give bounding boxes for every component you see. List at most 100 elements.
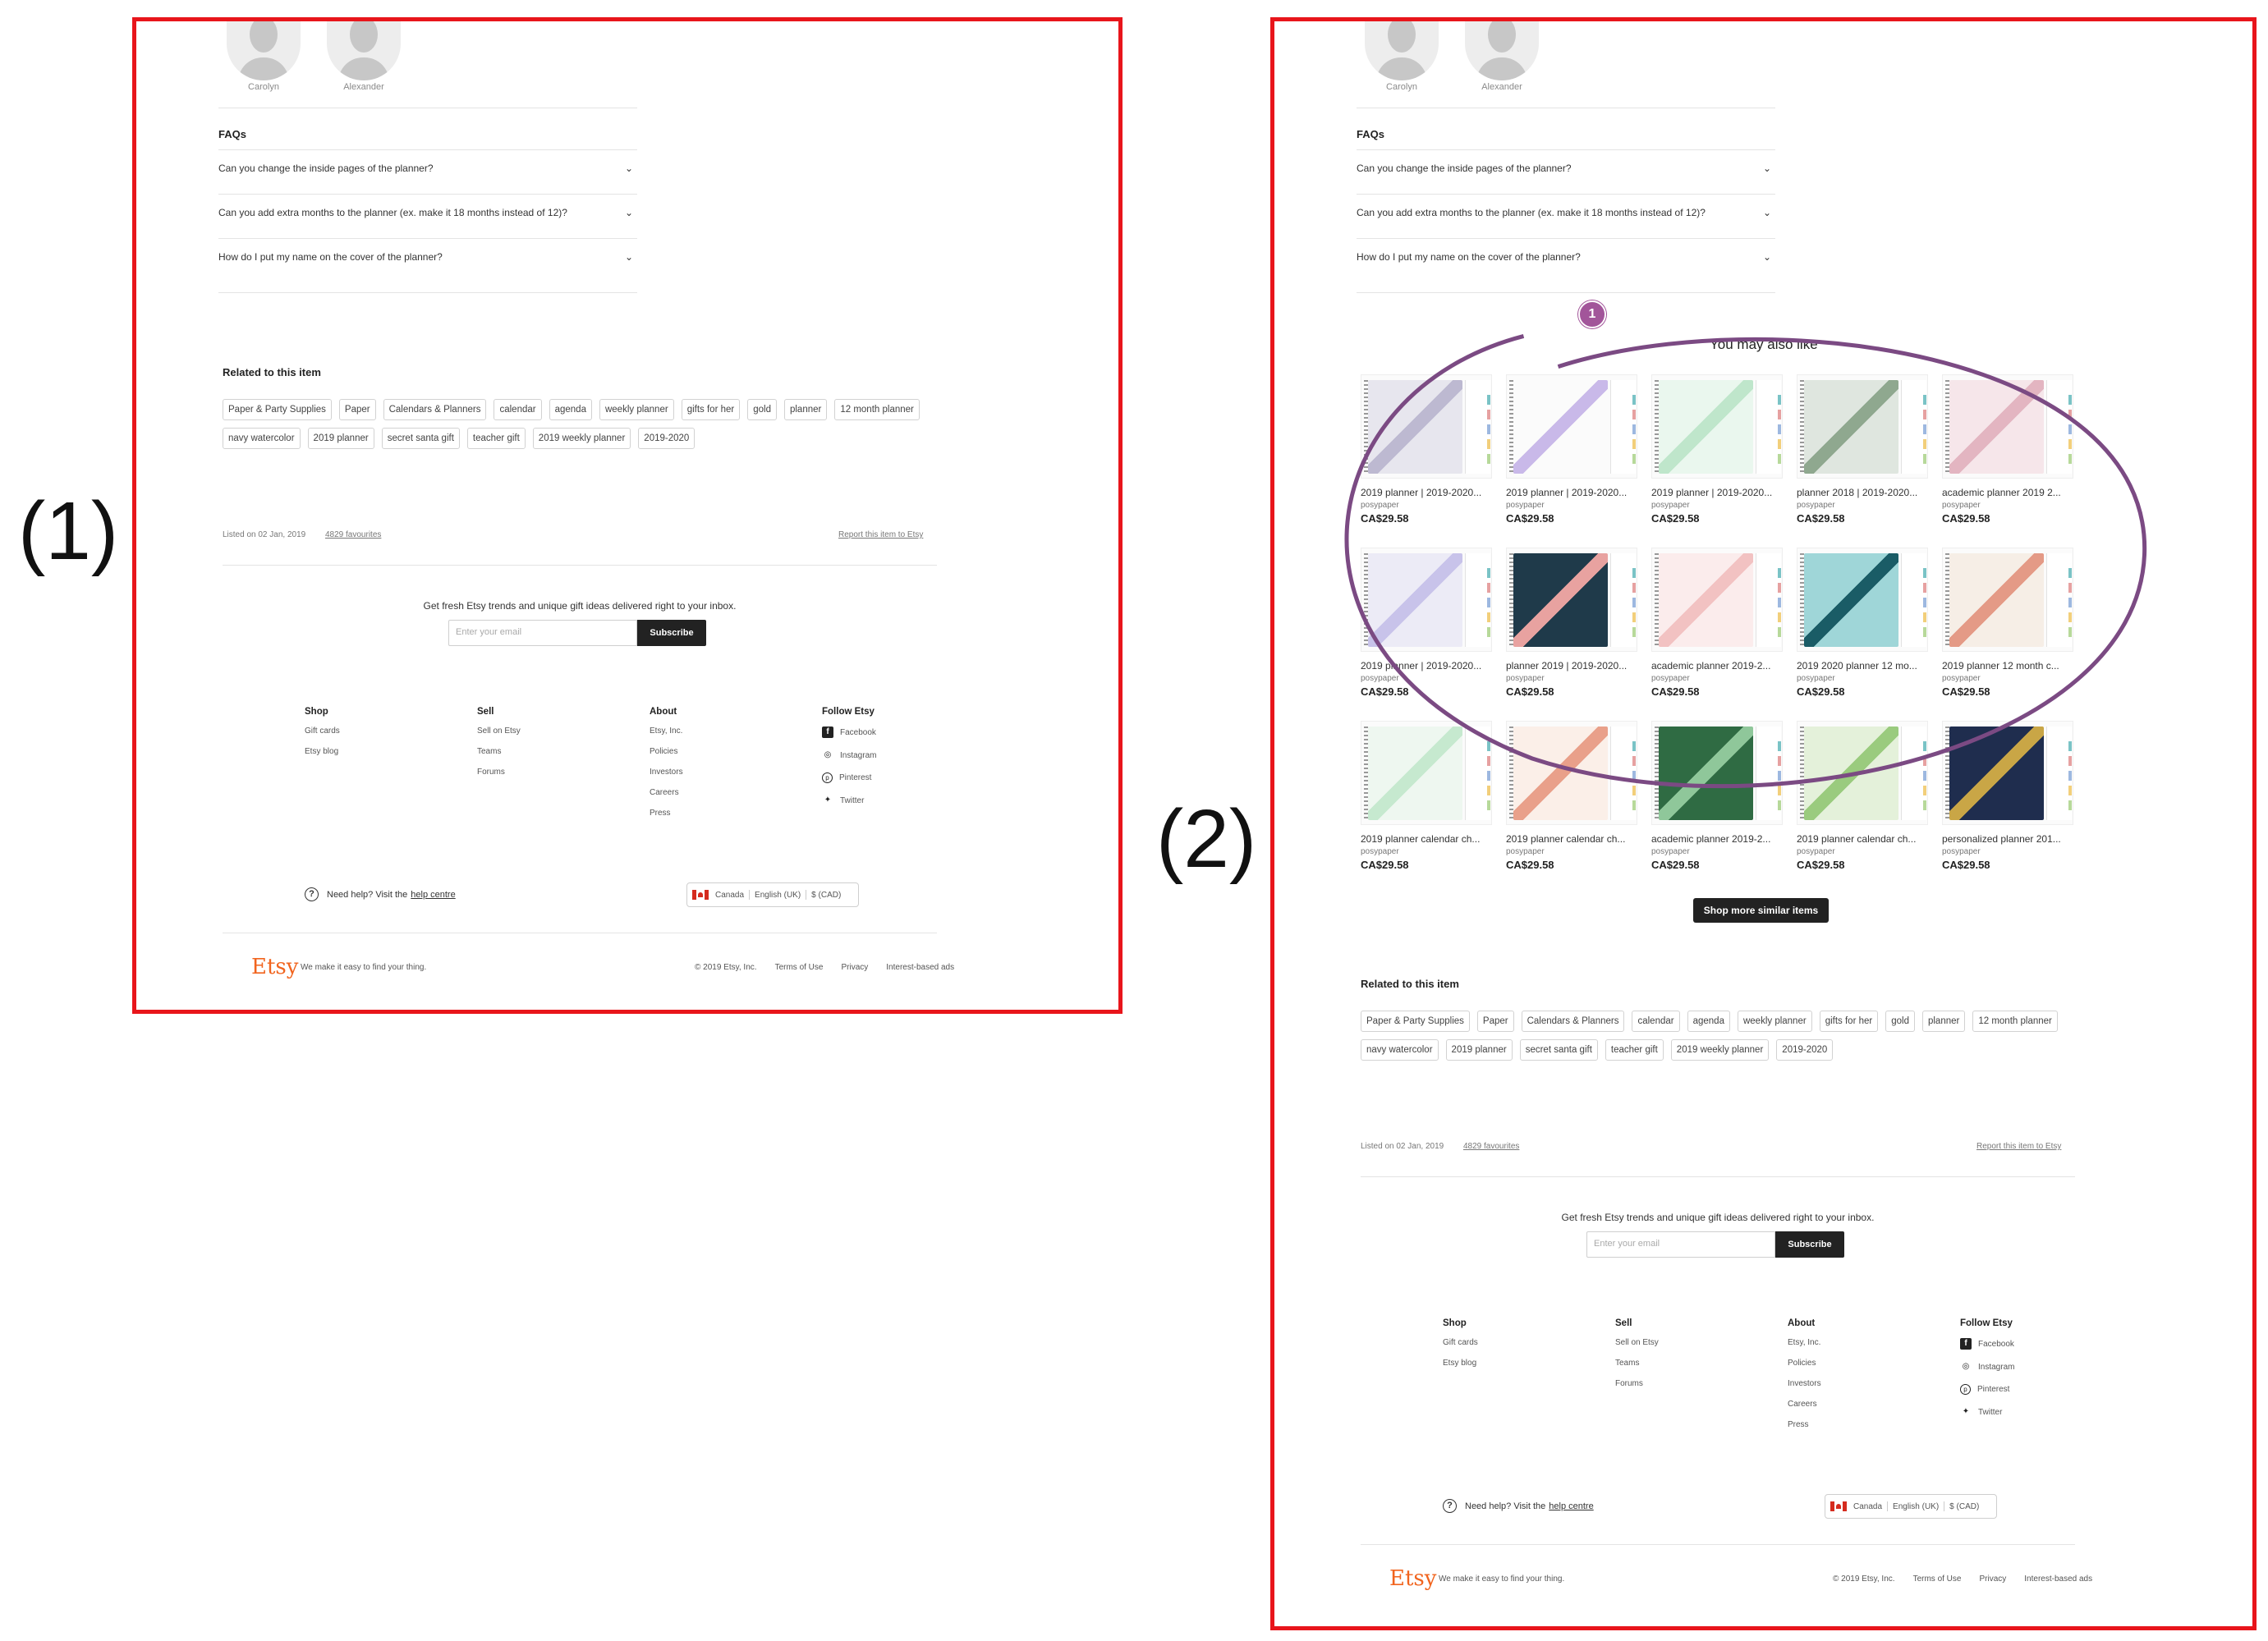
product-shop[interactable]: posypaper: [1361, 847, 1492, 856]
faq-question[interactable]: Can you change the inside pages of the p…: [1357, 163, 1572, 174]
social-label[interactable]: Pinterest: [1977, 1385, 2009, 1394]
related-tag[interactable]: 12 month planner: [834, 399, 920, 420]
footer-link[interactable]: Investors: [1788, 1379, 1821, 1388]
product-title[interactable]: 2019 planner calendar ch...: [1361, 833, 1492, 845]
chevron-down-icon[interactable]: ⌄: [625, 251, 633, 263]
social-label[interactable]: Instagram: [840, 751, 876, 760]
privacy-link[interactable]: Privacy: [1979, 1575, 2006, 1584]
social-label[interactable]: Facebook: [1978, 1340, 2014, 1349]
pinterest-icon[interactable]: p: [822, 772, 833, 783]
favourites-link[interactable]: 4829 favourites: [1463, 1142, 1519, 1151]
email-input[interactable]: Enter your email: [1586, 1231, 1775, 1258]
report-link[interactable]: Report this item to Etsy: [1976, 1142, 2061, 1151]
email-input[interactable]: Enter your email: [448, 620, 637, 646]
related-tag[interactable]: gifts for her: [681, 399, 741, 420]
footer-link[interactable]: Etsy, Inc.: [650, 727, 683, 736]
related-tag[interactable]: Paper & Party Supplies: [223, 399, 332, 420]
related-tag[interactable]: Paper: [338, 399, 376, 420]
ads-link[interactable]: Interest-based ads: [886, 963, 954, 972]
footer-link[interactable]: Sell on Etsy: [1615, 1338, 1659, 1347]
chevron-down-icon[interactable]: ⌄: [1763, 207, 1771, 218]
related-tag[interactable]: planner: [783, 399, 828, 420]
related-tag[interactable]: 2019 planner: [1445, 1039, 1513, 1061]
social-label[interactable]: Pinterest: [839, 773, 871, 782]
footer-link[interactable]: Careers: [650, 788, 683, 797]
footer-link[interactable]: Press: [1788, 1420, 1821, 1429]
related-tag[interactable]: gifts for her: [1819, 1011, 1879, 1032]
product-title[interactable]: 2019 planner calendar ch...: [1797, 833, 1928, 845]
related-tag[interactable]: 2019 planner: [307, 428, 374, 449]
chevron-down-icon[interactable]: ⌄: [1763, 163, 1771, 174]
instagram-icon[interactable]: ◎: [1960, 1361, 1972, 1373]
instagram-icon[interactable]: ◎: [822, 749, 833, 761]
related-tag[interactable]: calendar: [1632, 1011, 1680, 1032]
related-tag[interactable]: Calendars & Planners: [1521, 1011, 1625, 1032]
related-tag[interactable]: teacher gift: [466, 428, 526, 449]
product-title[interactable]: academic planner 2019-2...: [1651, 833, 1783, 845]
footer-link[interactable]: Investors: [650, 768, 683, 777]
related-tag[interactable]: weekly planner: [599, 399, 674, 420]
faq-question[interactable]: Can you add extra months to the planner …: [1357, 207, 1706, 218]
faq-question[interactable]: Can you change the inside pages of the p…: [218, 163, 434, 174]
related-tag[interactable]: gold: [1885, 1011, 1915, 1032]
related-tag[interactable]: secret santa gift: [1519, 1039, 1598, 1061]
privacy-link[interactable]: Privacy: [841, 963, 868, 972]
chevron-down-icon[interactable]: ⌄: [625, 163, 633, 174]
footer-link[interactable]: Careers: [1788, 1400, 1821, 1409]
ads-link[interactable]: Interest-based ads: [2024, 1575, 2092, 1584]
social-link[interactable]: ✦ Twitter: [1960, 1406, 2014, 1418]
region-selector[interactable]: Canada English (UK) $ (CAD): [686, 882, 859, 907]
footer-link[interactable]: Press: [650, 809, 683, 818]
social-label[interactable]: Twitter: [840, 796, 864, 805]
related-tag[interactable]: calendar: [494, 399, 542, 420]
related-tag[interactable]: 2019-2020: [1776, 1039, 1834, 1061]
social-link[interactable]: ◎ Instagram: [822, 749, 877, 761]
social-link[interactable]: f Facebook: [822, 727, 876, 738]
footer-link[interactable]: Etsy blog: [1443, 1359, 1478, 1368]
related-tag[interactable]: weekly planner: [1737, 1011, 1812, 1032]
help-centre-link[interactable]: help centre: [1549, 1501, 1593, 1511]
twitter-icon[interactable]: ✦: [1960, 1406, 1972, 1418]
social-label[interactable]: Facebook: [840, 728, 876, 737]
product-title[interactable]: personalized planner 201...: [1942, 833, 2073, 845]
footer-link[interactable]: Forums: [477, 768, 521, 777]
report-link[interactable]: Report this item to Etsy: [838, 530, 923, 539]
footer-link[interactable]: Gift cards: [305, 727, 340, 736]
related-tag[interactable]: 2019-2020: [638, 428, 696, 449]
related-tag[interactable]: 2019 weekly planner: [532, 428, 631, 449]
product-shop[interactable]: posypaper: [1797, 847, 1928, 856]
pinterest-icon[interactable]: p: [1960, 1384, 1971, 1395]
footer-link[interactable]: Teams: [1615, 1359, 1659, 1368]
etsy-logo[interactable]: Etsy: [251, 955, 298, 979]
terms-link[interactable]: Terms of Use: [1913, 1575, 1962, 1584]
related-tag[interactable]: 12 month planner: [1972, 1011, 2058, 1032]
product-shop[interactable]: posypaper: [1651, 847, 1783, 856]
facebook-icon[interactable]: f: [1960, 1338, 1972, 1350]
footer-link[interactable]: Etsy blog: [305, 747, 340, 756]
shop-more-button[interactable]: Shop more similar items: [1693, 898, 1829, 923]
region-selector[interactable]: Canada English (UK) $ (CAD): [1825, 1494, 1997, 1519]
footer-link[interactable]: Etsy, Inc.: [1788, 1338, 1821, 1347]
related-tag[interactable]: planner: [1921, 1011, 1966, 1032]
terms-link[interactable]: Terms of Use: [775, 963, 824, 972]
product-title[interactable]: 2019 planner calendar ch...: [1506, 833, 1637, 845]
subscribe-button[interactable]: Subscribe: [637, 620, 706, 646]
social-link[interactable]: p Pinterest: [822, 772, 876, 783]
chevron-down-icon[interactable]: ⌄: [625, 207, 633, 218]
related-tag[interactable]: agenda: [549, 399, 592, 420]
footer-link[interactable]: Gift cards: [1443, 1338, 1478, 1347]
related-tag[interactable]: Calendars & Planners: [383, 399, 487, 420]
subscribe-button[interactable]: Subscribe: [1775, 1231, 1844, 1258]
help-centre-link[interactable]: help centre: [411, 890, 455, 900]
chevron-down-icon[interactable]: ⌄: [1763, 251, 1771, 263]
footer-link[interactable]: Forums: [1615, 1379, 1659, 1388]
faq-question[interactable]: Can you add extra months to the planner …: [218, 207, 567, 218]
footer-link[interactable]: Policies: [650, 747, 683, 756]
faq-question[interactable]: How do I put my name on the cover of the…: [1357, 251, 1581, 263]
related-tag[interactable]: Paper & Party Supplies: [1361, 1011, 1470, 1032]
etsy-logo[interactable]: Etsy: [1389, 1566, 1436, 1591]
related-tag[interactable]: agenda: [1687, 1011, 1730, 1032]
social-link[interactable]: f Facebook: [1960, 1338, 2014, 1350]
social-link[interactable]: ◎ Instagram: [1960, 1361, 2015, 1373]
related-tag[interactable]: gold: [747, 399, 777, 420]
